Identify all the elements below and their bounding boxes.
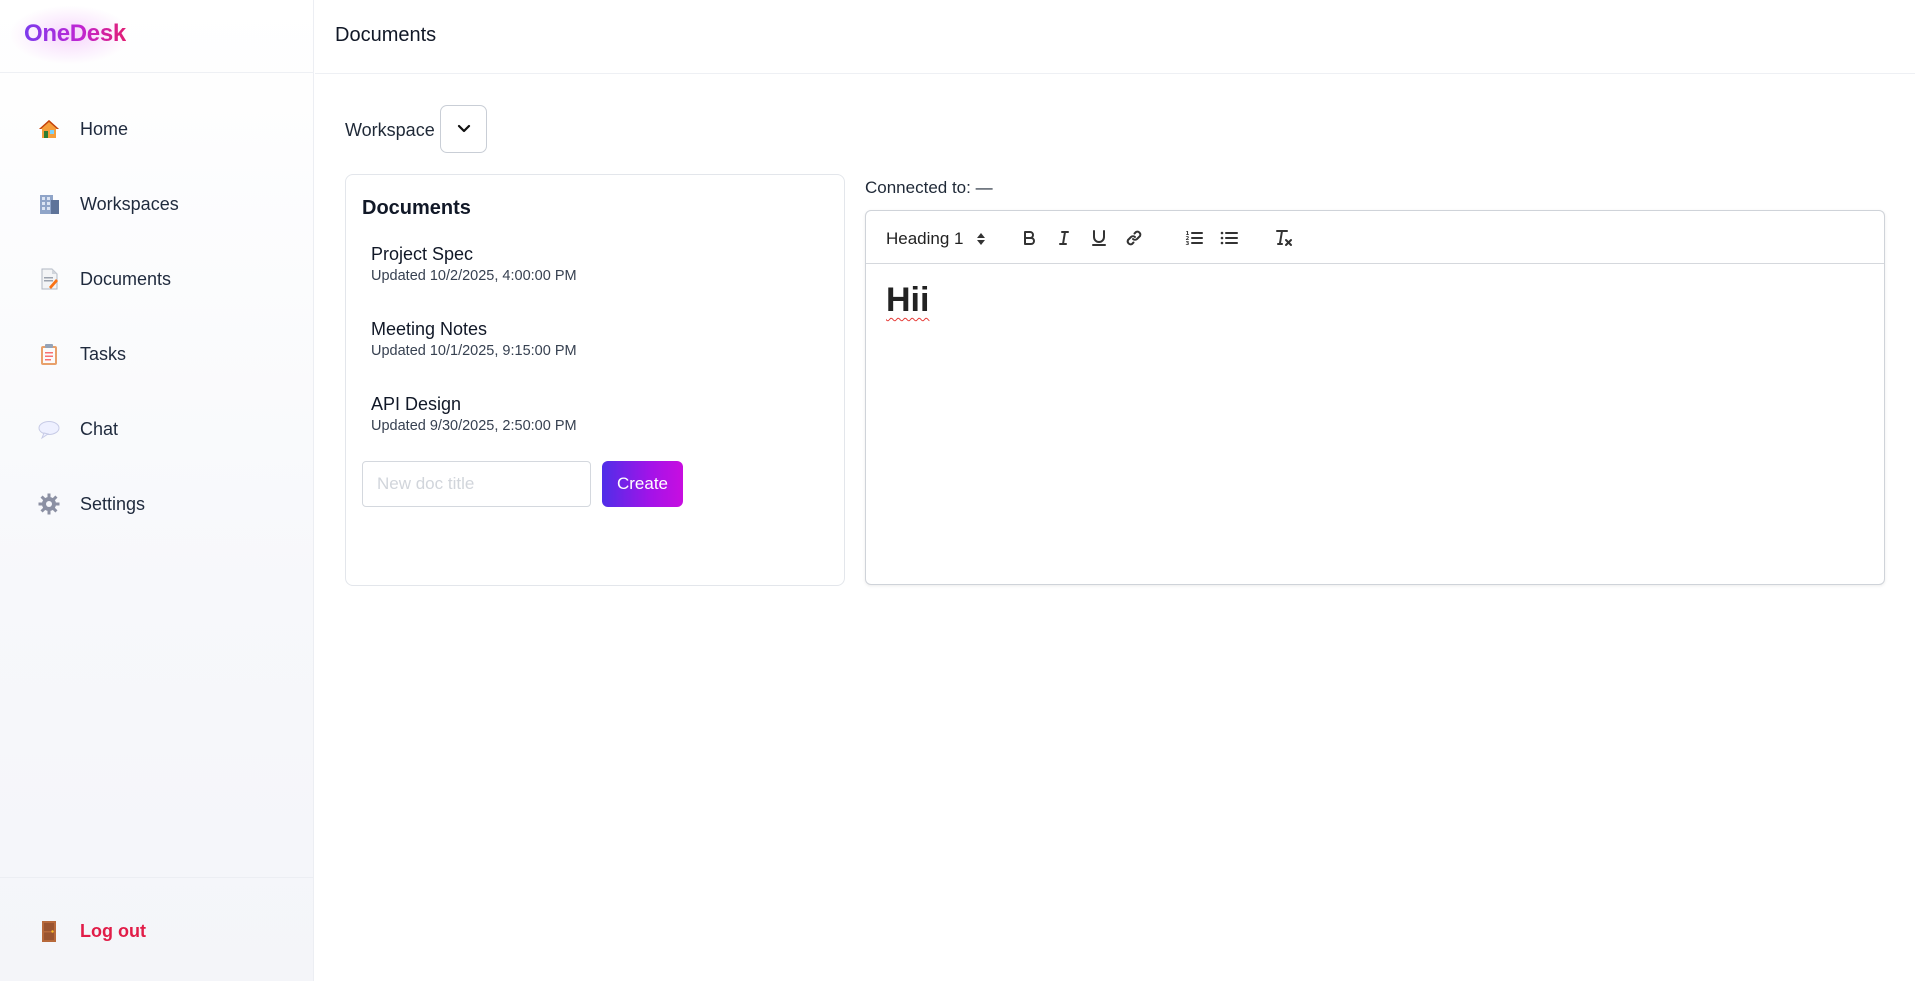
updown-arrows-icon xyxy=(976,233,985,245)
chevron-down-icon xyxy=(457,124,470,133)
link-icon xyxy=(1126,230,1142,246)
bold-button[interactable] xyxy=(1016,225,1042,251)
house-icon xyxy=(36,116,62,142)
speech-bubble-icon xyxy=(36,416,62,442)
heading-format-select[interactable]: Heading 1 xyxy=(886,227,986,251)
brand-header: OneDesk xyxy=(0,0,314,73)
bold-icon xyxy=(1024,231,1035,245)
brand-logo[interactable]: OneDesk xyxy=(24,20,126,48)
ordered-list-button[interactable]: 123 xyxy=(1181,225,1207,251)
sidebar-item-home[interactable]: Home xyxy=(24,106,290,152)
editor-toolbar: Heading 1 1 2 3 xyxy=(866,211,1884,264)
link-button[interactable] xyxy=(1121,225,1147,251)
document-name: Project Spec xyxy=(371,244,474,264)
document-list-item[interactable]: Meeting Notes Updated 10/1/2025, 9:15:00… xyxy=(371,318,811,376)
logout-button[interactable]: Log out xyxy=(24,908,290,954)
heading-format-label: Heading 1 xyxy=(886,229,964,248)
gear-icon xyxy=(36,491,62,517)
logout-label: Log out xyxy=(80,920,146,941)
sidebar-item-documents[interactable]: Documents xyxy=(24,256,290,302)
bullet-list-icon xyxy=(1220,231,1238,245)
sidebar-item-settings[interactable]: Settings xyxy=(24,481,290,527)
sidebar-item-label: Chat xyxy=(80,418,119,439)
logout-section: Log out xyxy=(0,877,314,981)
page-title: Documents xyxy=(335,24,437,46)
underline-icon xyxy=(1092,230,1106,246)
clipboard-icon xyxy=(36,341,62,367)
sidebar-item-chat[interactable]: Chat xyxy=(24,406,290,452)
create-document-button[interactable]: Create xyxy=(602,461,683,507)
sidebar-item-label: Workspaces xyxy=(80,193,179,214)
documents-panel-title: Documents xyxy=(362,197,471,219)
sidebar-item-tasks[interactable]: Tasks xyxy=(24,331,290,377)
italic-button[interactable] xyxy=(1051,225,1077,251)
sidebar: OneDesk Home Workspaces Documents Tasks … xyxy=(0,0,314,981)
document-updated: Updated 9/30/2025, 2:50:00 PM xyxy=(371,418,577,434)
sidebar-item-workspaces[interactable]: Workspaces xyxy=(24,181,290,227)
underline-button[interactable] xyxy=(1086,225,1112,251)
sidebar-item-label: Home xyxy=(80,118,129,139)
office-building-icon xyxy=(36,191,62,217)
document-name: API Design xyxy=(371,394,462,414)
new-doc-title-input[interactable] xyxy=(362,461,591,507)
document-icon xyxy=(36,266,62,292)
sidebar-item-label: Documents xyxy=(80,268,172,289)
document-updated: Updated 10/2/2025, 4:00:00 PM xyxy=(371,268,577,284)
topbar: Documents xyxy=(315,0,1915,74)
document-updated: Updated 10/1/2025, 9:15:00 PM xyxy=(371,343,577,359)
door-icon xyxy=(36,918,62,944)
document-list-item[interactable]: API Design Updated 9/30/2025, 2:50:00 PM xyxy=(371,393,811,451)
clear-format-icon xyxy=(1276,230,1292,246)
svg-text:3: 3 xyxy=(1186,241,1190,247)
documents-panel: Documents Project Spec Updated 10/2/2025… xyxy=(345,174,845,586)
editor-heading-text: Hii xyxy=(886,281,930,319)
sidebar-item-label: Settings xyxy=(80,493,146,514)
bullet-list-button[interactable] xyxy=(1216,225,1242,251)
rich-text-editor: Heading 1 1 2 3 Hii xyxy=(865,210,1885,585)
connection-status: Connected to: — xyxy=(865,178,993,197)
document-name: Meeting Notes xyxy=(371,319,488,339)
sidebar-item-label: Tasks xyxy=(80,343,127,364)
workspace-select[interactable] xyxy=(440,105,487,153)
document-list-item[interactable]: Project Spec Updated 10/2/2025, 4:00:00 … xyxy=(371,243,811,301)
workspace-label: Workspace xyxy=(345,120,435,140)
clear-format-button[interactable] xyxy=(1271,225,1297,251)
ordered-list-icon: 123 xyxy=(1186,231,1203,247)
editor-content-area[interactable]: Hii xyxy=(886,281,929,320)
italic-icon xyxy=(1059,231,1069,245)
